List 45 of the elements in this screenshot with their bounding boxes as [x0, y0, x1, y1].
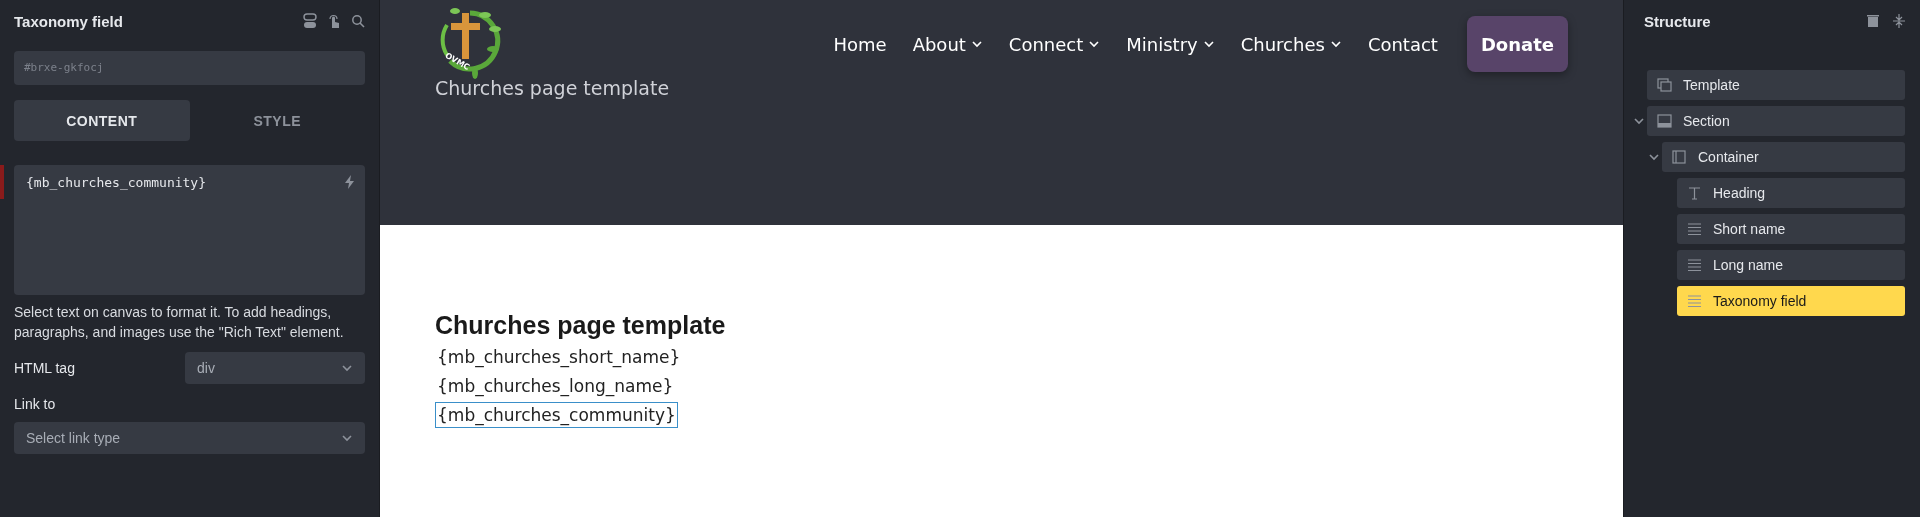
structure-item[interactable]: Taxonomy field: [1677, 286, 1905, 316]
nav-link[interactable]: Contact: [1354, 33, 1451, 55]
panel-tab[interactable]: CONTENT: [14, 100, 190, 141]
lines-icon: [1687, 222, 1702, 236]
html-tag-select[interactable]: div: [185, 352, 365, 384]
panel-tab[interactable]: STYLE: [189, 100, 365, 141]
container-icon: [1672, 150, 1687, 164]
toggle-icon: [303, 13, 317, 29]
structure-item[interactable]: Template: [1647, 70, 1905, 100]
text-area[interactable]: {mb_churches_community}: [14, 165, 365, 295]
chevron-icon[interactable]: [1632, 115, 1645, 127]
text-t-icon: [1687, 186, 1702, 200]
help-text: Select text on canvas to format it. To add headings, paragraphs, and images use the "Rich Text" element.: [14, 303, 345, 342]
field-label: HTML tag: [14, 360, 76, 376]
field-label: Link to: [14, 396, 57, 412]
site-title[interactable]: Churches page template: [435, 77, 670, 99]
collapse-icon: [1893, 14, 1905, 28]
nav-link[interactable]: Connect: [995, 33, 1114, 55]
nav-link[interactable]: Home: [820, 33, 900, 55]
nav-link[interactable]: Churches: [1227, 33, 1355, 55]
lightning-icon: [344, 175, 355, 189]
structure-item[interactable]: Section: [1647, 106, 1905, 136]
lines-icon: [1687, 258, 1702, 272]
chevron-icon[interactable]: [1647, 151, 1660, 163]
text-line[interactable]: {mb_churches_short_name}: [435, 344, 683, 370]
structure-item[interactable]: Short name: [1677, 214, 1905, 244]
trash-icon: [1867, 14, 1879, 28]
layers-icon: [1657, 78, 1672, 92]
chevron-down-icon: [341, 362, 353, 374]
panel-title: Taxonomy field: [14, 12, 124, 30]
page-heading: Churches page template: [435, 311, 727, 340]
donate-button[interactable]: Donate: [1466, 16, 1568, 72]
search-icon: [351, 14, 365, 28]
text-line[interactable]: {mb_churches_long_name}: [435, 373, 676, 399]
structure-item[interactable]: Long name: [1677, 250, 1905, 280]
panel-title: Structure: [1644, 12, 1712, 30]
pointer-hand-icon: [327, 13, 341, 29]
structure-item[interactable]: Heading: [1677, 178, 1905, 208]
nav-link[interactable]: Ministry: [1113, 33, 1228, 55]
section-icon: [1657, 114, 1672, 128]
chevron-down-icon: [341, 432, 353, 444]
lines-icon: [1687, 294, 1702, 308]
structure-item[interactable]: Container: [1662, 142, 1905, 172]
nav-link[interactable]: About: [899, 33, 996, 55]
link-type-select[interactable]: Select link type: [14, 422, 365, 454]
